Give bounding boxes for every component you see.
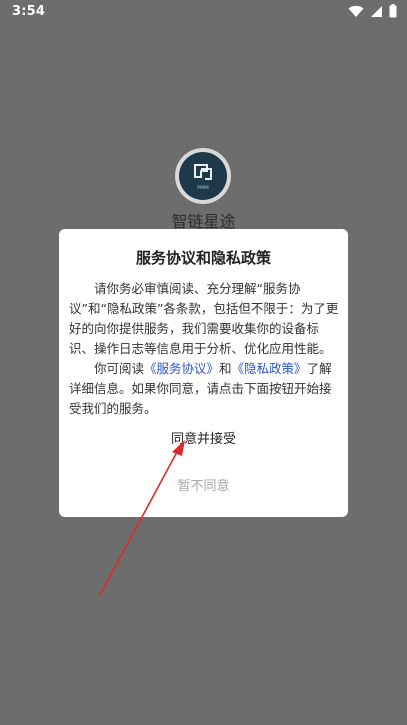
wifi-icon (348, 5, 364, 18)
privacy-policy-link[interactable]: 《隐私政策》 (232, 361, 307, 376)
dialog-title: 服务协议和隐私政策 (135, 249, 271, 267)
privacy-dialog: 服务协议和隐私政策 请你务必审慎阅读、充分理解“服务协议”和“隐私政策”各条款，… (59, 229, 348, 517)
battery-icon (389, 4, 397, 18)
disagree-button[interactable]: 暂不同意 (59, 476, 348, 498)
service-agreement-link[interactable]: 《服务协议》 (144, 361, 219, 376)
dialog-body: 请你务必审慎阅读、充分理解“服务协议”和“隐私政策”各条款，包括但不限于：为了更… (69, 279, 339, 419)
status-icons (348, 4, 397, 18)
agree-button[interactable]: 同意并接受 (59, 429, 348, 451)
app-logo-icon: 智链星途 (179, 152, 227, 200)
para2-and: 和 (219, 361, 232, 376)
para2-prefix: 你可阅读 (94, 361, 145, 376)
dialog-paragraph-2: 你可阅读《服务协议》和《隐私政策》了解详细信息。如果你同意，请点击下面按钮开始接… (69, 359, 339, 419)
dialog-paragraph-1: 请你务必审慎阅读、充分理解“服务协议”和“隐私政策”各条款，包括但不限于：为了更… (69, 281, 339, 356)
app-logo-caption: 智链星途 (196, 185, 209, 189)
app-logo: 智链星途 (175, 148, 231, 204)
signal-icon (370, 5, 383, 18)
status-bar: 3:54 (0, 0, 407, 24)
status-time: 3:54 (12, 4, 46, 19)
